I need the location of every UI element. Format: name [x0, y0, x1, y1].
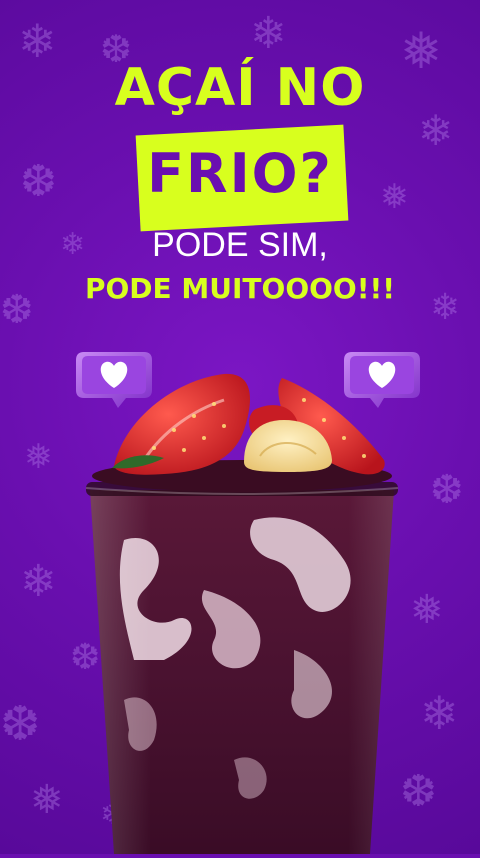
snowflake-icon: ❄: [420, 686, 459, 740]
snowflake-icon: ❄: [250, 8, 287, 59]
headline-line3: PODE SIM,: [152, 226, 328, 264]
headline-line4: PODE MUITOOOO!!!: [84, 272, 396, 305]
headline-line2: FRIO?: [147, 142, 333, 205]
headline-line1: AÇAÍ NO: [114, 58, 366, 118]
snowflake-icon: ❆: [400, 766, 437, 817]
snowflake-icon: ❄: [20, 556, 57, 607]
snowflake-icon: ❅: [410, 587, 444, 633]
snowflake-icon: ❆: [0, 696, 41, 752]
snowflake-icon: ❆: [430, 467, 464, 513]
snowflake-icon: ❅: [24, 437, 53, 477]
snowflake-icon: ❅: [30, 777, 64, 823]
acai-cup-image: [84, 360, 400, 854]
